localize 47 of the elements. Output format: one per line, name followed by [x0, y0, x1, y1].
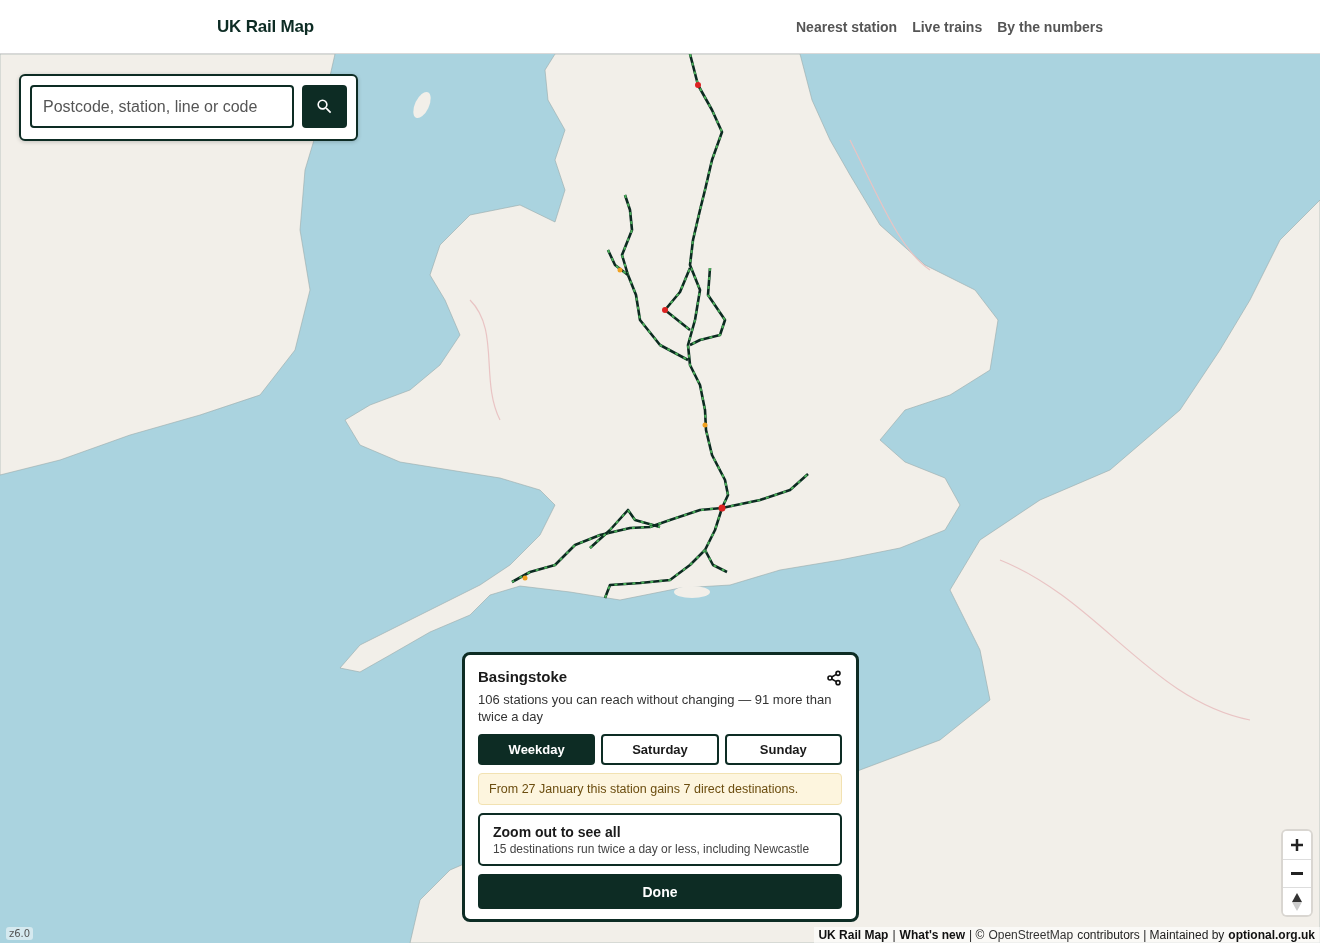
station-marker-icon[interactable] — [662, 307, 668, 313]
notice-banner: From 27 January this station gains 7 direct destinations. — [478, 773, 842, 805]
station-marker-icon[interactable] — [695, 82, 701, 88]
attribution-link[interactable]: What's new — [899, 928, 966, 942]
rail-line[interactable] — [589, 508, 661, 549]
rail-line[interactable] — [664, 267, 692, 311]
share-button[interactable] — [826, 670, 842, 686]
zoom-level-label: z6.0 — [6, 927, 34, 940]
reset-north-button[interactable] — [1283, 887, 1311, 915]
day-tab[interactable]: Saturday — [601, 734, 719, 765]
search-button[interactable] — [302, 85, 347, 128]
zoom-out-title: Zoom out to see all — [493, 824, 622, 840]
search-field[interactable]: Postcode, station, line or code — [30, 85, 294, 128]
day-tab[interactable]: Sunday — [724, 734, 842, 765]
nav-link[interactable]: Nearest station — [796, 18, 898, 35]
island — [674, 586, 710, 598]
attribution-text: contributors | Maintained by — [1077, 928, 1225, 942]
rail-line[interactable] — [603, 549, 706, 599]
station-summary: 106 stations you can reach without changing — 91 more than twice a day — [478, 691, 833, 725]
station-marker-icon[interactable] — [617, 267, 623, 273]
attribution-text: | © — [969, 928, 985, 942]
attribution-text: | — [892, 928, 896, 942]
done-button[interactable]: Done — [478, 874, 842, 909]
nav-link[interactable]: Live trains — [912, 18, 983, 35]
plus-icon — [1291, 839, 1303, 851]
share-icon — [826, 670, 842, 686]
rail-line[interactable] — [689, 267, 727, 347]
attribution-link[interactable]: OpenStreetMap — [988, 928, 1074, 942]
search-icon — [315, 97, 334, 116]
zoom-out-detail: 15 destinations run twice a day or less, including Newcastle — [493, 842, 811, 856]
rail-line[interactable] — [606, 249, 629, 277]
station-marker-icon[interactable] — [702, 422, 708, 428]
attribution-link[interactable]: optional.org.uk — [1228, 928, 1315, 942]
station-title: Basingstoke — [478, 668, 568, 685]
island — [413, 92, 431, 118]
attribution-link[interactable]: UK Rail Map — [818, 928, 889, 942]
rail-line[interactable] — [686, 54, 730, 574]
rail-line[interactable] — [620, 194, 689, 362]
zoom-out-card[interactable]: Zoom out to see all 15 destinations run twice a day or less, including Newcastle — [478, 813, 842, 866]
minus-icon — [1291, 872, 1303, 875]
compass-icon — [1292, 892, 1302, 911]
station-marker-icon[interactable] — [522, 575, 528, 581]
rail-line[interactable] — [664, 309, 691, 331]
day-tab[interactable]: Weekday — [478, 734, 596, 765]
site-title[interactable]: UK Rail Map — [217, 16, 314, 37]
nav-link[interactable]: By the numbers — [997, 18, 1103, 35]
station-marker-icon[interactable] — [718, 504, 726, 512]
